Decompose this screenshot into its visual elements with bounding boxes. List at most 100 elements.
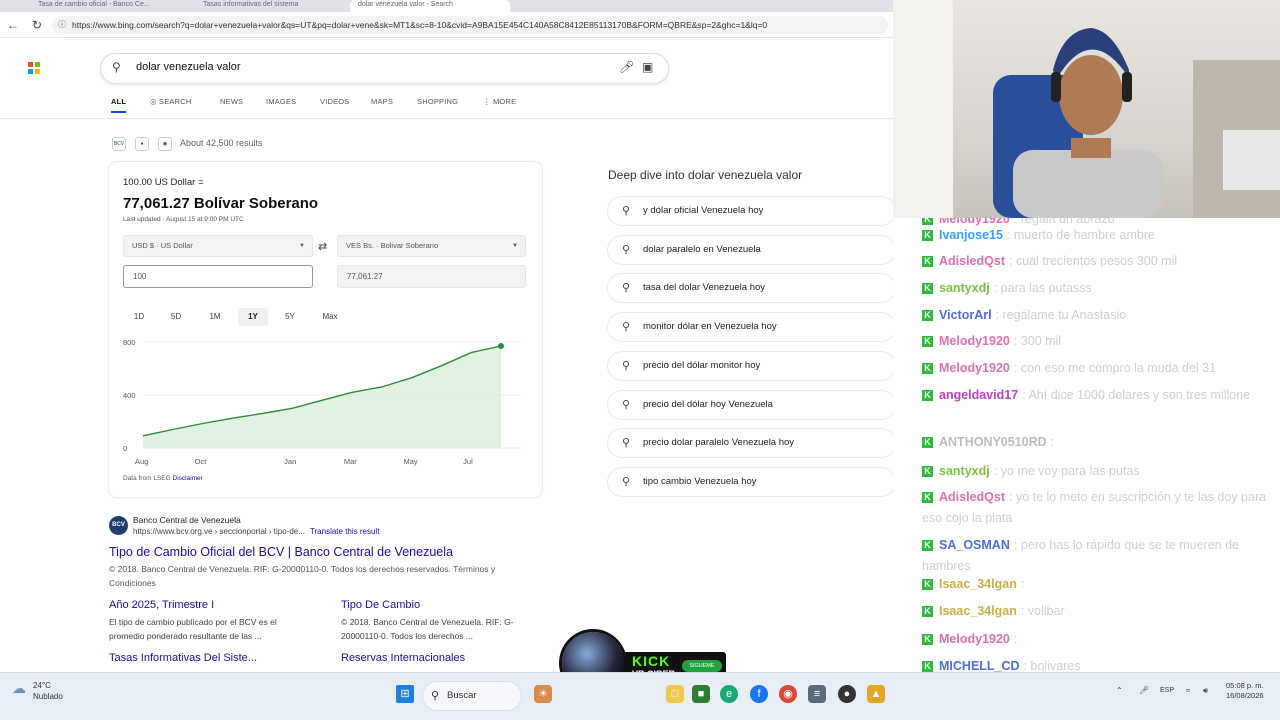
search-box[interactable]: ⚲ dolar venezuela valor 🎤︎ ▣	[101, 54, 668, 83]
store-icon[interactable]: ■	[692, 685, 710, 703]
chat-username[interactable]: angeldavid17	[939, 388, 1018, 402]
to-currency-select[interactable]: VES Bs. · Bolivar Soberano ▼	[337, 235, 526, 257]
chat-username[interactable]: Isaac_34lgan	[939, 577, 1017, 591]
suggestion-5[interactable]: ⚲ precio del dólar monitor hoy	[608, 351, 893, 380]
chrome-icon[interactable]: ◉	[779, 685, 797, 703]
scope-news[interactable]: NEWS	[220, 97, 243, 106]
browser-tab-active[interactable]: dolar venezuela valor - Search	[350, 0, 510, 12]
url-field[interactable]: ⓘ https://www.bing.com/search?q=dolar+ve…	[52, 16, 888, 34]
wifi-icon[interactable]: ≈	[1186, 686, 1190, 695]
microphone-tray-icon[interactable]: 🎤︎	[1139, 686, 1149, 695]
kick-badge-icon: K	[922, 466, 933, 477]
deep-link-title-2[interactable]: Tipo De Cambio	[341, 599, 420, 611]
microsoft-logo[interactable]	[28, 62, 40, 74]
kick-badge-icon: K	[922, 579, 933, 590]
scope-search[interactable]: ◎ SEARCH	[150, 97, 192, 106]
suggestion-4[interactable]: ⚲ monitor dólar en Venezuela hoy	[608, 313, 893, 342]
deep-link-reservas[interactable]: Reservas Internacionales	[341, 652, 465, 664]
language-indicator[interactable]: ESP	[1160, 687, 1174, 694]
reload-icon[interactable]: ↻	[29, 17, 45, 33]
calculator-icon[interactable]: ≡	[808, 685, 826, 703]
chat-message: K MICHELL_CD: bolivares	[922, 655, 1272, 672]
source-icon-bcv[interactable]: BCV	[112, 137, 126, 151]
taskbar: ☁ 24°C Nublado ⊞ ⚲ Buscar ☀ □ ■ e f ◉ ≡ …	[0, 672, 1280, 720]
clock[interactable]: 05:08 p. m. 16/08/2026	[1226, 681, 1264, 701]
range-1m[interactable]: 1M	[203, 308, 227, 326]
suggestion-3[interactable]: ⚲ tasa del dolar Venezuela hoy	[608, 274, 893, 303]
translate-link[interactable]: Translate this result	[310, 527, 380, 536]
kick-badge-icon: K	[922, 310, 933, 321]
range-5y[interactable]: 5Y	[279, 308, 301, 326]
chat-username[interactable]: SA_OSMAN	[939, 538, 1010, 552]
app-icon[interactable]: ▲	[867, 685, 885, 703]
browser-tab-2[interactable]: Tasas informativas del sistema	[195, 0, 345, 12]
chat-username[interactable]: MICHELL_CD	[939, 659, 1020, 672]
chat-username[interactable]: VictorArl	[939, 308, 992, 322]
chat-username[interactable]: Melody1920	[939, 361, 1010, 375]
suggestion-2[interactable]: ⚲ dolar paralelo en Venezuela	[608, 235, 893, 264]
browser-tab-1[interactable]: Tasa de cambio oficial - Banco Ce...	[30, 0, 180, 12]
deep-link-tasas[interactable]: Tasas Informativas Del Siste...	[109, 652, 257, 664]
url-text: https://www.bing.com/search?q=dolar+vene…	[72, 20, 768, 30]
site-info-icon[interactable]: ⓘ	[58, 16, 66, 34]
file-explorer-icon[interactable]: □	[666, 685, 684, 703]
range-1y[interactable]: 1Y	[238, 308, 268, 326]
microphone-icon[interactable]: 🎤︎	[619, 60, 634, 74]
scope-videos[interactable]: VIDEOS	[320, 97, 350, 106]
scope-images[interactable]: IMAGES	[266, 97, 296, 106]
suggestion-1[interactable]: ⚲ y dólar oficial Venezuela hoy	[608, 197, 893, 225]
kick-badge-icon: K	[922, 390, 933, 401]
kick-badge-icon: K	[922, 283, 933, 294]
x-tick-label: Jul	[463, 457, 473, 466]
x-tick-label: Mar	[344, 457, 357, 466]
back-icon[interactable]: ←	[5, 17, 21, 33]
scope-all[interactable]: ALL	[111, 97, 127, 113]
chevron-down-icon: ▼	[299, 243, 305, 249]
disclaimer-link[interactable]: Disclaimer	[173, 475, 203, 482]
source-icon-2[interactable]: ●	[135, 137, 149, 151]
chat-username[interactable]: Isaac_34lgan	[939, 604, 1017, 618]
visual-search-icon[interactable]: ▣	[642, 60, 653, 74]
search-input[interactable]: dolar venezuela valor	[136, 61, 241, 73]
chat-username[interactable]: AdisledQst	[939, 490, 1005, 504]
exchange-rate-chart[interactable]: 800 400 0 Aug Oct Jan Mar May Jul	[109, 332, 542, 472]
search-icon: ⚲	[622, 359, 631, 372]
range-5d[interactable]: 5D	[165, 308, 187, 326]
chat-username[interactable]: santyxdj	[939, 281, 990, 295]
range-max[interactable]: Max	[317, 308, 343, 326]
scope-maps[interactable]: MAPS	[371, 97, 393, 106]
chat-username[interactable]: AdisledQst	[939, 254, 1005, 268]
clock-date: 16/08/2026	[1226, 691, 1264, 700]
chat-username[interactable]: santyxdj	[939, 464, 990, 478]
from-currency-select[interactable]: USD $ · US Dollar ▼	[123, 235, 313, 257]
from-amount-input[interactable]: 100	[123, 265, 313, 288]
chat-username[interactable]: Ivanjose15	[939, 228, 1003, 242]
tray-chevron-icon[interactable]: ⌃	[1116, 686, 1123, 695]
suggestion-6[interactable]: ⚲ precio del dólar hoy Venezuela	[608, 390, 893, 419]
start-icon[interactable]: ⊞	[396, 685, 414, 703]
tab-strip: Tasa de cambio oficial - Banco Ce... Tas…	[0, 0, 893, 12]
scope-more[interactable]: ⋮ MORE	[483, 97, 516, 106]
news-widget-icon[interactable]: ☀	[534, 685, 552, 703]
scope-shopping[interactable]: SHOPPING	[417, 97, 458, 106]
chat-username[interactable]: ANTHONY0510RD	[939, 435, 1047, 449]
range-1d[interactable]: 1D	[128, 308, 150, 326]
suggestion-7[interactable]: ⚲ precio dolar paralelo Venezuela hoy	[608, 429, 893, 458]
result-title-link[interactable]: Tipo de Cambio Oficial del BCV | Banco C…	[109, 545, 453, 559]
suggestion-8[interactable]: ⚲ tipo cambio Venezuela hoy	[608, 467, 893, 496]
streamer-image	[893, 0, 1280, 218]
chat-message: K Isaac_34lgan:	[922, 573, 1272, 595]
obs-icon[interactable]: ●	[838, 685, 856, 703]
taskbar-search[interactable]: ⚲ Buscar	[422, 681, 522, 711]
deep-link-title-1[interactable]: Año 2025, Trimestre I	[109, 599, 214, 611]
chat-username[interactable]: Melody1920	[939, 334, 1010, 348]
deep-link-snippet-2: © 2018. Banco Central de Venezuela. RIF:…	[341, 617, 514, 641]
edge-icon[interactable]: e	[720, 685, 738, 703]
chat-username[interactable]: Melody1920	[939, 632, 1010, 646]
kick-badge-icon: K	[922, 606, 933, 617]
swap-icon[interactable]: ⇄	[318, 240, 327, 253]
facebook-icon[interactable]: f	[750, 685, 768, 703]
source-icon-3[interactable]: ◉	[158, 137, 172, 151]
to-amount-input[interactable]: 77,061.27	[337, 265, 526, 288]
volume-icon[interactable]: 🔊︎	[1203, 686, 1208, 696]
